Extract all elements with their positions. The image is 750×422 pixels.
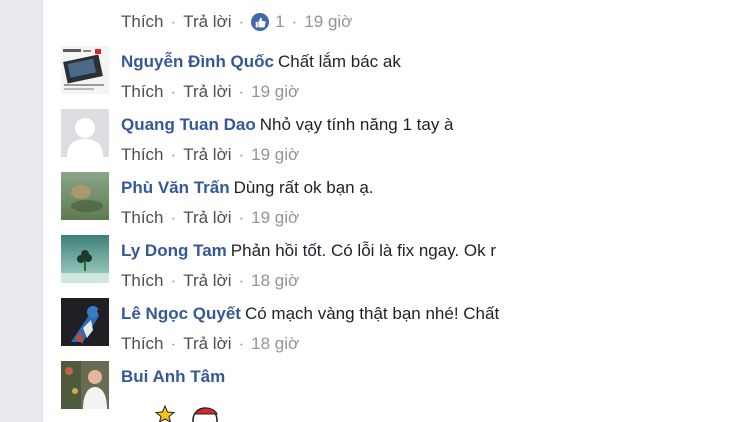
comment-time[interactable]: 18 giờ <box>251 270 299 292</box>
reply-action[interactable]: Trả lời <box>183 12 231 32</box>
comment-time[interactable]: 19 giờ <box>304 12 352 32</box>
like-action[interactable]: Thích <box>121 81 164 103</box>
sticker-icon <box>154 404 225 422</box>
avatar[interactable] <box>61 298 109 346</box>
comment-actions-row: Thích · Trả lời · 19 giờ <box>121 144 299 166</box>
comment-actions-row: Thích · Trả lời · 18 giờ <box>121 270 299 292</box>
separator-dot: · <box>291 12 298 31</box>
comment-item: Phù Văn Trấn Dùng rất ok bạn ạ. Thích · T… <box>61 172 741 234</box>
comments-panel: Thích · Trả lời · 1 · 19 giờ Nguyễn Đình… <box>42 0 750 422</box>
comment-text-row: Nguyễn Đình Quốc Chất lắm bác ak <box>121 51 401 73</box>
commenter-name[interactable]: Quang Tuan Dao <box>121 115 256 134</box>
comment-text: Nhỏ vạy tính năng 1 tay à <box>259 115 454 134</box>
separator-dot: · <box>170 208 177 227</box>
separator-dot: · <box>238 145 245 164</box>
reply-action[interactable]: Trả lời <box>183 270 231 292</box>
comment-text: Có mạch vàng thật bạn nhé! Chất <box>244 304 500 323</box>
reply-action[interactable]: Trả lời <box>183 207 231 229</box>
avatar[interactable] <box>61 46 109 94</box>
comment-time[interactable]: 18 giờ <box>251 333 299 355</box>
avatar[interactable] <box>61 172 109 220</box>
comment-item: Ly Dong Tam Phản hồi tốt. Có lỗi là fix n… <box>61 235 741 297</box>
like-count[interactable]: 1 <box>275 12 284 32</box>
reply-action[interactable]: Trả lời <box>183 144 231 166</box>
commenter-name[interactable]: Phù Văn Trấn <box>121 178 230 197</box>
comment-text-row: Quang Tuan Dao Nhỏ vạy tính năng 1 tay à <box>121 114 454 136</box>
commenter-name[interactable]: Ly Dong Tam <box>121 241 227 260</box>
comment-actions-row: Thích · Trả lời · 18 giờ <box>121 333 299 355</box>
reply-action[interactable]: Trả lời <box>183 81 231 103</box>
separator-dot: · <box>170 82 177 101</box>
comment-text: Dùng rất ok bạn ạ. <box>233 178 374 197</box>
comment-time[interactable]: 19 giờ <box>251 81 299 103</box>
comment-text: Chất lắm bác ak <box>278 52 401 71</box>
like-action[interactable]: Thích <box>121 207 164 229</box>
comment-item: Lê Ngọc Quyết Có mạch vàng thật bạn nhé! … <box>61 298 741 360</box>
separator-dot: · <box>170 334 177 353</box>
comment-actions-row: Thích · Trả lời · 19 giờ <box>121 81 299 103</box>
comment-item: Nguyễn Đình Quốc Chất lắm bác ak Thích · … <box>61 46 741 108</box>
like-action[interactable]: Thích <box>121 333 164 355</box>
avatar[interactable] <box>61 361 109 409</box>
like-action[interactable]: Thích <box>121 270 164 292</box>
comment-text: Phản hồi tốt. Có lỗi là fix ngay. Ok r <box>230 241 496 260</box>
separator-dot: · <box>238 12 245 31</box>
commenter-name[interactable]: Lê Ngọc Quyết <box>121 304 241 323</box>
comment-text-row: Phù Văn Trấn Dùng rất ok bạn ạ. <box>121 177 374 199</box>
avatar[interactable] <box>61 109 109 157</box>
thumbs-up-icon[interactable] <box>251 13 270 31</box>
comment-item: Quang Tuan Dao Nhỏ vạy tính năng 1 tay à … <box>61 109 741 171</box>
avatar[interactable] <box>61 235 109 283</box>
comment-text-row: Lê Ngọc Quyết Có mạch vàng thật bạn nhé! … <box>121 303 499 325</box>
reply-action[interactable]: Trả lời <box>183 333 231 355</box>
comment-text-row: Bui Anh Tâm <box>121 366 229 388</box>
comment-actions-row: Thích · Trả lời · 19 giờ <box>121 207 299 229</box>
comment-time[interactable]: 19 giờ <box>251 144 299 166</box>
separator-dot: · <box>170 271 177 290</box>
separator-dot: · <box>238 82 245 101</box>
separator-dot: · <box>170 145 177 164</box>
commenter-name[interactable]: Bui Anh Tâm <box>121 367 225 386</box>
comment-actions-row: Thích · Trả lời · 1 · 19 giờ <box>121 10 352 34</box>
like-action[interactable]: Thích <box>121 144 164 166</box>
commenter-name[interactable]: Nguyễn Đình Quốc <box>121 52 274 71</box>
comment-text-row: Ly Dong Tam Phản hồi tốt. Có lỗi là fix n… <box>121 240 496 262</box>
separator-dot: · <box>170 12 177 31</box>
separator-dot: · <box>238 271 245 290</box>
comment-time[interactable]: 19 giờ <box>251 207 299 229</box>
separator-dot: · <box>238 334 245 353</box>
separator-dot: · <box>238 208 245 227</box>
like-action[interactable]: Thích <box>121 12 164 32</box>
